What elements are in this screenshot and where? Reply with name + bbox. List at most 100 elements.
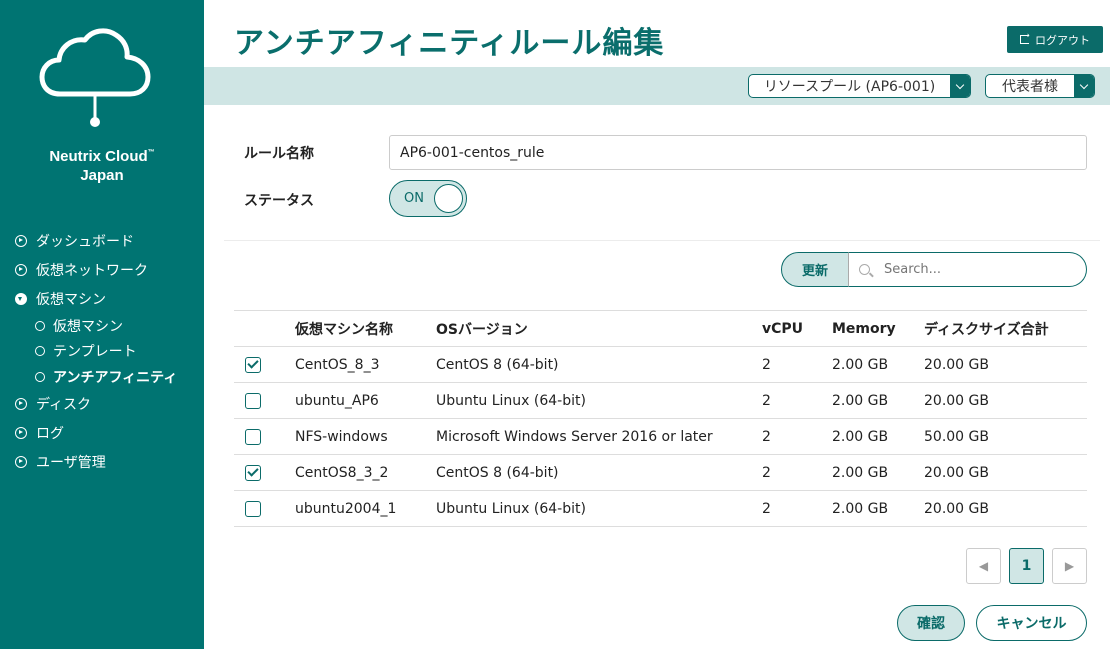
row-checkbox[interactable]	[245, 500, 261, 517]
os-cell: CentOS 8 (64-bit)	[436, 346, 762, 383]
sidebar-item-disk[interactable]: ディスク	[15, 390, 200, 419]
chevron-right-circle-icon	[15, 427, 27, 439]
sidebar-item-vm[interactable]: 仮想マシン	[15, 284, 200, 313]
row-checkbox[interactable]	[245, 464, 261, 481]
search-icon	[859, 264, 870, 275]
table-row: CentOS8_3_2 CentOS 8 (64-bit) 2 2.00 GB …	[234, 454, 1087, 491]
cancel-button[interactable]: キャンセル	[976, 605, 1087, 641]
memory-cell: 2.00 GB	[832, 418, 924, 455]
header-os-version: OSバージョン	[436, 310, 762, 347]
disk-cell: 20.00 GB	[924, 454, 1087, 491]
vcpu-cell: 2	[762, 382, 832, 419]
vm-table: 仮想マシン名称 OSバージョン vCPU Memory ディスクサイズ合計 Ce…	[234, 310, 1087, 527]
chevron-right-circle-icon	[15, 456, 27, 468]
search-input[interactable]	[884, 262, 1074, 277]
disk-cell: 50.00 GB	[924, 418, 1087, 455]
chevron-right-circle-icon	[15, 398, 27, 410]
sidebar-item-label: 仮想ネットワーク	[36, 262, 148, 279]
disk-cell: 20.00 GB	[924, 382, 1087, 419]
disk-cell: 20.00 GB	[924, 490, 1087, 527]
os-cell: Microsoft Windows Server 2016 or later	[436, 418, 762, 455]
brand-name: Neutrix Cloud™ Japan	[49, 148, 155, 184]
sidebar-subitem-template[interactable]: テンプレート	[35, 339, 200, 365]
divider	[224, 240, 1100, 241]
sidebar-item-log[interactable]: ログ	[15, 419, 200, 448]
next-page-button[interactable]: ▶	[1052, 548, 1087, 584]
search-box	[848, 252, 1087, 287]
circle-icon	[35, 371, 45, 382]
row-checkbox[interactable]	[245, 392, 261, 409]
vm-name-cell: ubuntu_AP6	[295, 382, 436, 419]
chevron-down-icon	[950, 75, 970, 97]
status-toggle[interactable]: ON	[389, 180, 467, 217]
sidebar-nav: ダッシュボード 仮想ネットワーク 仮想マシン 仮想マシン テンプレート アンチア…	[15, 226, 200, 477]
table-header-row: 仮想マシン名称 OSバージョン vCPU Memory ディスクサイズ合計	[234, 310, 1087, 347]
memory-cell: 2.00 GB	[832, 346, 924, 383]
vm-name-cell: NFS-windows	[295, 418, 436, 455]
chevron-right-circle-icon	[15, 263, 27, 276]
cloud-logo-icon	[39, 28, 151, 127]
disk-cell: 20.00 GB	[924, 346, 1087, 383]
sidebar-item-users[interactable]: ユーザ管理	[15, 448, 200, 477]
sidebar-subitem-vm[interactable]: 仮想マシン	[35, 313, 200, 339]
toggle-knob	[434, 184, 463, 213]
sidebar-item-label: ディスク	[36, 397, 92, 413]
prev-page-button[interactable]: ◀	[966, 548, 1001, 584]
chevron-down-circle-icon	[15, 292, 27, 305]
table-row: NFS-windows Microsoft Windows Server 201…	[234, 418, 1087, 455]
header-disk-size: ディスクサイズ合計	[924, 310, 1087, 347]
sidebar-subitem-label: 仮想マシン	[53, 318, 123, 335]
vcpu-cell: 2	[762, 418, 832, 455]
user-role-select[interactable]: 代表者様	[985, 74, 1095, 98]
sidebar-item-label: ダッシュボード	[36, 233, 134, 250]
os-cell: CentOS 8 (64-bit)	[436, 454, 762, 491]
sidebar-submenu-vm: 仮想マシン テンプレート アンチアフィニティ	[15, 313, 200, 390]
context-bar	[204, 67, 1110, 105]
chevron-right-circle-icon	[15, 234, 27, 247]
user-role-value: 代表者様	[1002, 79, 1058, 95]
logout-icon	[1020, 31, 1030, 44]
sidebar-subitem-label: テンプレート	[53, 344, 137, 361]
vm-name-cell: CentOS8_3_2	[295, 454, 436, 491]
logout-label: ログアウト	[1035, 33, 1090, 47]
table-row: CentOS_8_3 CentOS 8 (64-bit) 2 2.00 GB 2…	[234, 346, 1087, 383]
memory-cell: 2.00 GB	[832, 490, 924, 527]
page-title: アンチアフィニティルール編集	[234, 26, 665, 61]
table-row: ubuntu2004_1 Ubuntu Linux (64-bit) 2 2.0…	[234, 490, 1087, 527]
header-vcpu: vCPU	[762, 310, 832, 347]
header-select	[234, 310, 295, 347]
os-cell: Ubuntu Linux (64-bit)	[436, 382, 762, 419]
chevron-down-icon	[1074, 75, 1094, 97]
vcpu-cell: 2	[762, 490, 832, 527]
sidebar-subitem-anti-affinity[interactable]: アンチアフィニティ	[35, 364, 200, 390]
sidebar-item-label: ログ	[36, 426, 64, 442]
sidebar-item-network[interactable]: 仮想ネットワーク	[15, 255, 200, 284]
header-memory: Memory	[832, 310, 924, 347]
resource-pool-select[interactable]: リソースプール (AP6-001)	[748, 74, 971, 98]
sidebar: Neutrix Cloud™ Japan ダッシュボード 仮想ネットワーク 仮想…	[0, 0, 204, 649]
status-toggle-label: ON	[404, 191, 424, 206]
confirm-button[interactable]: 確認	[897, 605, 965, 641]
row-checkbox[interactable]	[245, 428, 261, 445]
vcpu-cell: 2	[762, 346, 832, 383]
rule-name-input[interactable]	[389, 135, 1087, 170]
os-cell: Ubuntu Linux (64-bit)	[436, 490, 762, 527]
vcpu-cell: 2	[762, 454, 832, 491]
sidebar-item-dashboard[interactable]: ダッシュボード	[15, 226, 200, 255]
sidebar-subitem-label: アンチアフィニティ	[53, 369, 178, 386]
table-row: ubuntu_AP6 Ubuntu Linux (64-bit) 2 2.00 …	[234, 382, 1087, 419]
memory-cell: 2.00 GB	[832, 454, 924, 491]
circle-icon	[35, 320, 45, 331]
circle-icon	[35, 346, 45, 357]
page-number-button[interactable]: 1	[1009, 548, 1044, 584]
sidebar-item-label: 仮想マシン	[36, 291, 106, 308]
logout-button[interactable]: ログアウト	[1007, 26, 1103, 53]
memory-cell: 2.00 GB	[832, 382, 924, 419]
resource-pool-value: リソースプール (AP6-001)	[763, 79, 936, 95]
row-checkbox[interactable]	[245, 356, 261, 373]
vm-name-cell: CentOS_8_3	[295, 346, 436, 383]
rule-name-label: ルール名称	[244, 146, 314, 162]
header-vm-name: 仮想マシン名称	[295, 310, 436, 347]
refresh-button[interactable]: 更新	[781, 252, 849, 287]
vm-name-cell: ubuntu2004_1	[295, 490, 436, 527]
